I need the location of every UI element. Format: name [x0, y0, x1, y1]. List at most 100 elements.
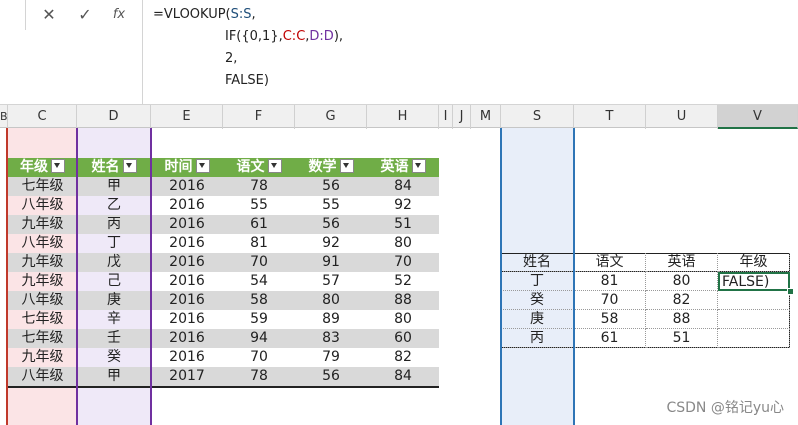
table-cell[interactable]: 80: [367, 234, 439, 253]
cancel-icon[interactable]: ✕: [38, 6, 60, 24]
table-cell[interactable]: 九年级: [8, 215, 77, 234]
table-cell[interactable]: 61: [223, 215, 295, 234]
table-cell[interactable]: 89: [295, 310, 367, 329]
lookup-cell[interactable]: 61: [574, 329, 646, 348]
table-cell[interactable]: 60: [367, 329, 439, 348]
lookup-cell[interactable]: [718, 291, 790, 310]
table-cell[interactable]: 己: [77, 272, 151, 291]
table-cell[interactable]: 辛: [77, 310, 151, 329]
table-cell[interactable]: 51: [367, 215, 439, 234]
table-cell[interactable]: 七年级: [8, 310, 77, 329]
lookup-cell[interactable]: 丙: [501, 329, 574, 348]
table-cell[interactable]: 九年级: [8, 272, 77, 291]
lookup-cell[interactable]: 88: [646, 310, 718, 329]
column-header-d[interactable]: D: [77, 105, 151, 129]
table-cell[interactable]: 2016: [151, 310, 223, 329]
filter-dropdown-icon[interactable]: [339, 159, 354, 173]
lookup-cell[interactable]: 81: [574, 272, 646, 291]
table-cell[interactable]: 82: [367, 348, 439, 367]
table-cell[interactable]: 84: [367, 177, 439, 196]
column-header-m[interactable]: M: [471, 105, 501, 129]
main-table-header-cell[interactable]: 时间: [151, 158, 223, 177]
table-cell[interactable]: 80: [367, 310, 439, 329]
lookup-cell[interactable]: [718, 329, 790, 348]
table-cell[interactable]: 59: [223, 310, 295, 329]
table-cell[interactable]: 八年级: [8, 196, 77, 215]
table-cell[interactable]: 88: [367, 291, 439, 310]
lookup-cell[interactable]: 庚: [501, 310, 574, 329]
column-header-v[interactable]: V: [718, 105, 798, 129]
table-cell[interactable]: 2016: [151, 329, 223, 348]
table-cell[interactable]: 79: [295, 348, 367, 367]
table-cell[interactable]: 56: [295, 177, 367, 196]
column-header-c[interactable]: C: [8, 105, 77, 129]
table-cell[interactable]: 九年级: [8, 348, 77, 367]
column-header-g[interactable]: G: [295, 105, 367, 129]
table-cell[interactable]: 80: [295, 291, 367, 310]
table-cell[interactable]: 84: [367, 367, 439, 386]
filter-dropdown-icon[interactable]: [411, 159, 426, 173]
filter-dropdown-icon[interactable]: [267, 159, 282, 173]
main-table-header-cell[interactable]: 姓名: [77, 158, 151, 177]
table-cell[interactable]: 57: [295, 272, 367, 291]
table-cell[interactable]: 八年级: [8, 234, 77, 253]
filter-dropdown-icon[interactable]: [195, 159, 210, 173]
table-cell[interactable]: 丁: [77, 234, 151, 253]
formula-input[interactable]: =VLOOKUP(S:S, IF({0,1},C:C,D:D), 2, FALS…: [143, 0, 798, 104]
table-cell[interactable]: 八年级: [8, 367, 77, 386]
enter-icon[interactable]: ✓: [74, 6, 96, 24]
main-table-header-cell[interactable]: 英语: [367, 158, 439, 177]
lookup-header-cell[interactable]: 英语: [646, 253, 718, 272]
table-cell[interactable]: 2016: [151, 291, 223, 310]
table-cell[interactable]: 70: [223, 253, 295, 272]
table-cell[interactable]: 壬: [77, 329, 151, 348]
lookup-cell[interactable]: [718, 310, 790, 329]
active-cell-v[interactable]: FALSE): [718, 272, 790, 291]
name-box[interactable]: [0, 0, 26, 30]
lookup-cell[interactable]: 癸: [501, 291, 574, 310]
column-header-e[interactable]: E: [151, 105, 223, 129]
table-cell[interactable]: 70: [367, 253, 439, 272]
lookup-cell[interactable]: 58: [574, 310, 646, 329]
table-cell[interactable]: 七年级: [8, 177, 77, 196]
table-cell[interactable]: 八年级: [8, 291, 77, 310]
lookup-header-cell[interactable]: 姓名: [501, 253, 574, 272]
table-cell[interactable]: 58: [223, 291, 295, 310]
table-cell[interactable]: 70: [223, 348, 295, 367]
table-cell[interactable]: 92: [295, 234, 367, 253]
table-cell[interactable]: 91: [295, 253, 367, 272]
table-cell[interactable]: 甲: [77, 177, 151, 196]
filter-dropdown-icon[interactable]: [51, 159, 65, 173]
table-cell[interactable]: 戊: [77, 253, 151, 272]
table-cell[interactable]: 九年级: [8, 253, 77, 272]
table-cell[interactable]: 81: [223, 234, 295, 253]
table-cell[interactable]: 2016: [151, 215, 223, 234]
main-table-header-cell[interactable]: 年级: [8, 158, 77, 177]
table-cell[interactable]: 庚: [77, 291, 151, 310]
table-cell[interactable]: 2016: [151, 348, 223, 367]
column-header-u[interactable]: U: [646, 105, 718, 129]
table-cell[interactable]: 癸: [77, 348, 151, 367]
insert-function-icon[interactable]: fx: [108, 6, 130, 24]
column-header-f[interactable]: F: [223, 105, 295, 129]
table-cell[interactable]: 2016: [151, 234, 223, 253]
main-table-header-cell[interactable]: 语文: [223, 158, 295, 177]
lookup-cell[interactable]: 82: [646, 291, 718, 310]
lookup-cell[interactable]: 51: [646, 329, 718, 348]
table-cell[interactable]: 55: [223, 196, 295, 215]
table-cell[interactable]: 55: [295, 196, 367, 215]
lookup-cell[interactable]: 丁: [501, 272, 574, 291]
table-cell[interactable]: 78: [223, 367, 295, 386]
worksheet-grid[interactable]: 年级 姓名 时间 语文 数学 英语 七年级甲 2016 78 56 84 八年级乙 2016 55 55 92…: [0, 128, 798, 425]
column-header-i[interactable]: I: [439, 105, 453, 129]
fill-handle[interactable]: [787, 288, 794, 295]
column-header-t[interactable]: T: [574, 105, 646, 129]
table-cell[interactable]: 78: [223, 177, 295, 196]
lookup-header-cell[interactable]: 年级: [718, 253, 790, 272]
table-cell[interactable]: 2016: [151, 253, 223, 272]
table-cell[interactable]: 乙: [77, 196, 151, 215]
table-cell[interactable]: 94: [223, 329, 295, 348]
column-header-b[interactable]: B: [0, 105, 8, 129]
lookup-header-cell[interactable]: 语文: [574, 253, 646, 272]
column-header-s[interactable]: S: [501, 105, 574, 129]
